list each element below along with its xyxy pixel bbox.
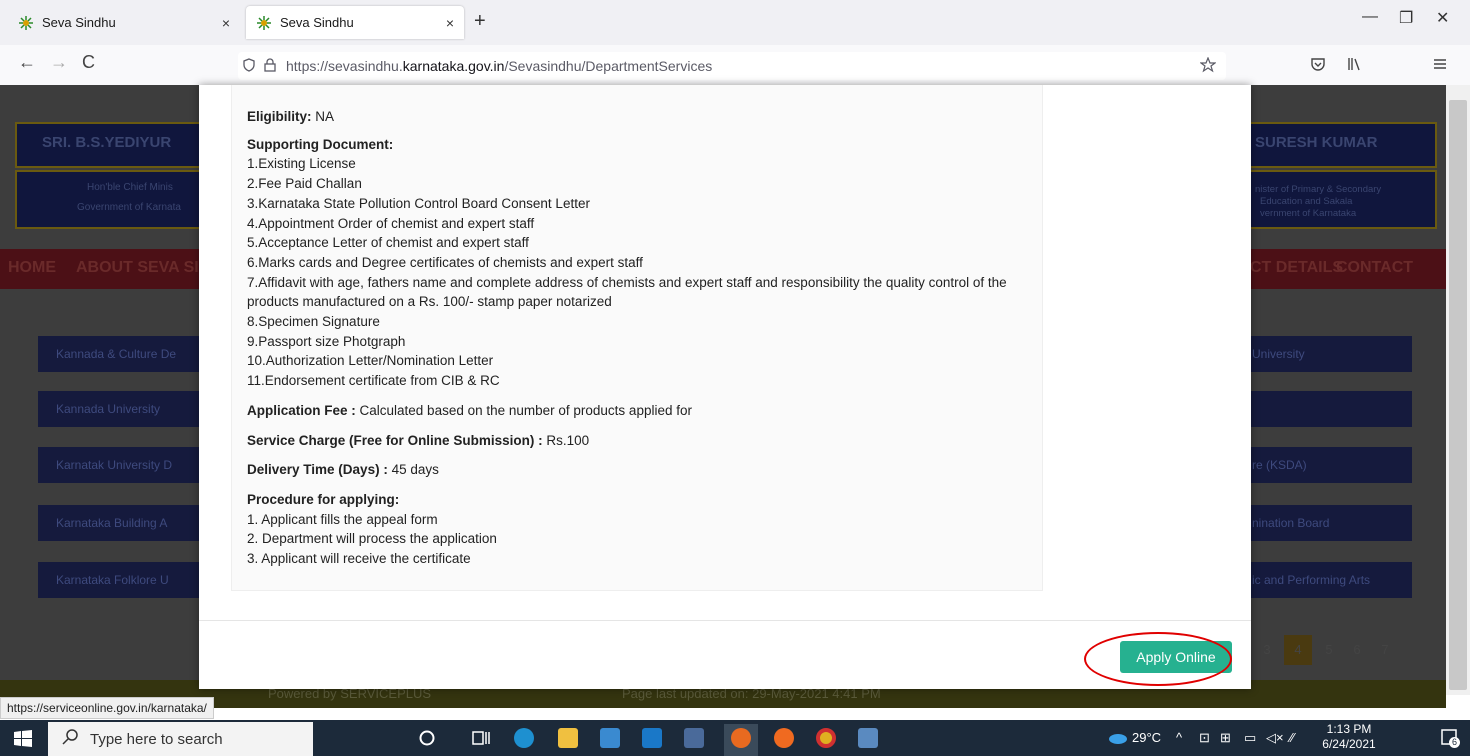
document-item: 2.Fee Paid Challan [247, 176, 362, 192]
bg-left-banner: SRI. B.S.YEDIYUR [15, 122, 209, 168]
close-window-icon[interactable]: ✕ [1436, 8, 1449, 28]
modal-footer-divider [199, 620, 1251, 621]
bookmark-star-icon[interactable] [1199, 55, 1217, 76]
library-icon[interactable] [1347, 56, 1363, 77]
service-details: Eligibility: NA Supporting Document: 1.E… [247, 107, 1047, 569]
pocket-icon[interactable] [1310, 56, 1326, 77]
procedure-heading: Procedure for applying: [247, 491, 400, 507]
paint-icon[interactable] [774, 728, 794, 748]
bg-list-item: Karnatak University D [38, 447, 218, 483]
procedure-step: 2. Department will process the applicati… [247, 531, 497, 547]
supporting-document-heading: Supporting Document: [247, 136, 394, 152]
windows-start-icon[interactable] [14, 730, 32, 753]
restore-icon[interactable]: ❐ [1399, 8, 1413, 28]
file-explorer-icon[interactable] [558, 728, 578, 748]
firefox-icon[interactable] [731, 728, 751, 748]
scrollbar-thumb[interactable] [1449, 100, 1467, 690]
bg-pagination: 3 4 5 6 7 [1256, 635, 1416, 665]
tray-screen-icon[interactable]: ⊞ [1220, 730, 1231, 746]
seva-sindhu-favicon [256, 15, 272, 31]
minimize-icon[interactable]: — [1362, 8, 1378, 26]
bg-list-item: ic and Performing Arts [1248, 562, 1412, 598]
task-view-icon[interactable] [472, 729, 490, 752]
url-path: /Sevasindhu/DepartmentServices [504, 58, 713, 74]
app-icon[interactable] [858, 728, 878, 748]
bg-right-subtitle: nister of Primary & Secondary Education … [1248, 170, 1437, 229]
tab-seva-sindhu-2[interactable]: Seva Sindhu × [246, 6, 464, 39]
clock-date: 6/24/2021 [1322, 737, 1376, 751]
bg-list-item: Karnataka Folklore U [38, 562, 218, 598]
application-fee: Application Fee : Calculated based on th… [247, 402, 692, 418]
procedure-step: 1. Applicant fills the appeal form [247, 511, 438, 527]
document-item: 10.Authorization Letter/Nomination Lette… [247, 353, 494, 369]
document-item: 1.Existing License [247, 156, 356, 172]
url-prefix: https://sevasindhu. [286, 58, 403, 74]
wifi-icon[interactable]: ∕∕ [1290, 730, 1294, 745]
store-icon[interactable] [600, 728, 620, 748]
shield-icon [242, 57, 256, 75]
bg-list-item [1248, 391, 1412, 427]
taskbar-search[interactable]: Type here to search [48, 722, 313, 756]
bg-list-item: re (KSDA) [1248, 447, 1412, 483]
chrome-icon[interactable] [816, 728, 836, 748]
weather-temp[interactable]: 29°C [1132, 730, 1161, 745]
document-item: 8.Specimen Signature [247, 314, 380, 330]
forward-icon[interactable]: → [50, 52, 68, 73]
search-placeholder: Type here to search [90, 730, 223, 748]
service-details-modal: Eligibility: NA Supporting Document: 1.E… [199, 85, 1251, 689]
search-icon [62, 729, 78, 749]
bg-list-item: Kannada University [38, 391, 218, 427]
tab-close-icon[interactable]: × [446, 15, 454, 31]
mail-icon[interactable] [642, 728, 662, 748]
link-status-url: https://serviceonline.gov.in/karnataka/ [0, 697, 214, 719]
notification-count: 6 [1449, 737, 1460, 748]
bg-list-item: Kannada & Culture De [38, 336, 218, 372]
bg-list-item: Karnataka Building A [38, 505, 218, 541]
battery-icon[interactable]: ▭ [1244, 730, 1256, 746]
url-domain: karnataka.gov.in [402, 58, 505, 74]
document-item: 4.Appointment Order of chemist and exper… [247, 215, 535, 231]
volume-icon[interactable]: ◁× [1266, 730, 1284, 746]
new-tab-button[interactable]: + [474, 10, 486, 33]
tray-chevron-icon[interactable]: ^ [1176, 730, 1182, 745]
document-item: 3.Karnataka State Pollution Control Boar… [247, 195, 590, 211]
tab-close-icon[interactable]: × [222, 15, 230, 31]
bg-right-banner: SURESH KUMAR [1248, 122, 1437, 168]
cortana-icon[interactable] [418, 729, 436, 752]
document-item: 5.Acceptance Letter of chemist and exper… [247, 235, 529, 251]
document-item: 11.Endorsement certificate from CIB & RC [247, 373, 500, 389]
bg-list-item: University [1248, 336, 1412, 372]
eligibility: Eligibility: NA [247, 109, 335, 124]
seva-sindhu-favicon [18, 15, 34, 31]
bg-list-item: nination Board [1248, 505, 1412, 541]
delivery-time: Delivery Time (Days) : 45 days [247, 462, 439, 478]
tray-app-icon[interactable]: ⊡ [1199, 730, 1210, 746]
back-icon[interactable]: ← [18, 52, 36, 73]
weather-icon [1106, 731, 1128, 750]
tab-title: Seva Sindhu [42, 15, 116, 30]
taskbar-clock[interactable]: 1:13 PM 6/24/2021 [1318, 722, 1380, 752]
lock-icon [264, 57, 276, 75]
editor-icon[interactable] [684, 728, 704, 748]
service-charge: Service Charge (Free for Online Submissi… [247, 432, 590, 448]
document-item: 6.Marks cards and Degree certificates of… [247, 254, 643, 270]
clock-time: 1:13 PM [1326, 722, 1372, 736]
menu-icon[interactable] [1432, 56, 1448, 77]
bg-left-subtitle: Hon'ble Chief Minis Government of Karnat… [15, 170, 209, 229]
notification-icon[interactable]: 6 [1440, 728, 1460, 748]
edge-icon[interactable] [514, 728, 534, 748]
document-item: 9.Passport size Photgraph [247, 333, 406, 349]
procedure-step: 3. Applicant will receive the certificat… [247, 551, 471, 567]
address-bar[interactable]: https://sevasindhu. karnataka.gov.in/Seva… [238, 52, 1226, 80]
document-item: 7.Affidavit with age, fathers name and c… [247, 274, 1007, 310]
tab-seva-sindhu-1[interactable]: Seva Sindhu × [8, 6, 240, 39]
tab-title: Seva Sindhu [280, 15, 354, 30]
highlight-circle [1084, 632, 1232, 686]
reload-icon[interactable]: C [82, 52, 95, 73]
